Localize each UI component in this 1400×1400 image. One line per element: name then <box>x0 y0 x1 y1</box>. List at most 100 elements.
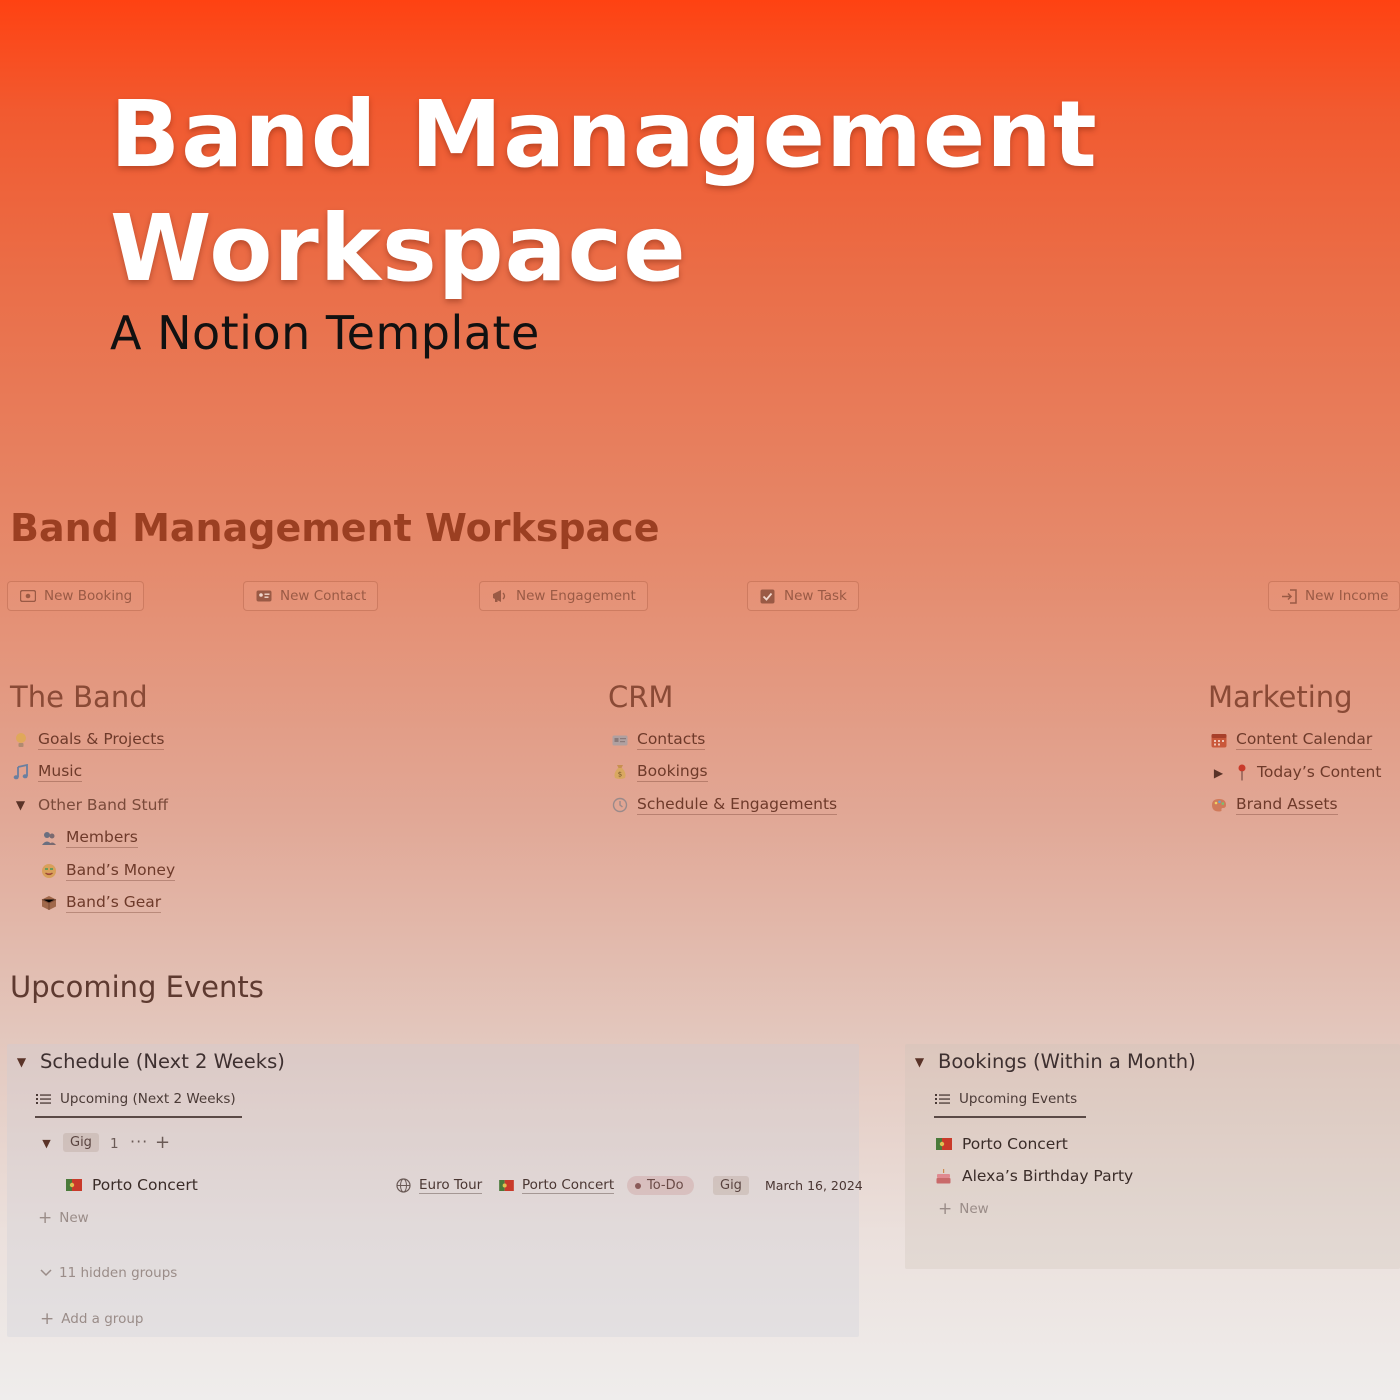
bands-gear-label: Band’s Gear <box>66 893 162 913</box>
tour-label: Euro Tour <box>419 1177 483 1194</box>
tour-relation[interactable]: Euro Tour <box>395 1177 483 1194</box>
svg-text:$: $ <box>617 771 621 779</box>
other-band-stuff-toggle[interactable]: ▼ Other Band Stuff <box>12 796 168 814</box>
clock-icon <box>611 797 628 814</box>
members-link[interactable]: Members <box>40 828 138 848</box>
money-face-icon <box>40 863 57 880</box>
list-icon <box>35 1090 52 1107</box>
tab-upcoming-next-2-weeks[interactable]: Upcoming (Next 2 Weeks) <box>35 1090 242 1118</box>
new-row-label: New <box>959 1201 989 1217</box>
id-card-icon <box>611 732 628 749</box>
group-chip-gig[interactable]: Gig <box>63 1133 99 1152</box>
caret-down-icon: ▼ <box>15 798 26 812</box>
schedule-engagements-label: Schedule & Engagements <box>637 795 838 815</box>
bookings-toggle[interactable]: ▼ Bookings (Within a Month) <box>911 1050 1196 1073</box>
hidden-groups-toggle[interactable]: 11 hidden groups <box>40 1265 177 1281</box>
group-count: 1 <box>110 1136 119 1152</box>
add-group-button[interactable]: + Add a group <box>40 1309 143 1329</box>
hidden-groups-label: 11 hidden groups <box>59 1265 178 1281</box>
birthday-cake-icon <box>935 1168 952 1185</box>
tab-upcoming-events[interactable]: Upcoming Events <box>934 1090 1086 1118</box>
content-calendar-label: Content Calendar <box>1236 730 1373 750</box>
megaphone-icon <box>491 588 508 605</box>
list-item[interactable]: Porto Concert <box>935 1135 1068 1153</box>
booking-label: Porto Concert <box>522 1177 615 1194</box>
caret-down-icon: ▼ <box>16 1054 27 1069</box>
upcoming-events-heading: Upcoming Events <box>10 970 264 1004</box>
page-title: Band Management Workspace <box>10 506 660 550</box>
table-row[interactable]: Porto Concert <box>65 1176 198 1194</box>
group-caret-down-icon[interactable]: ▼ <box>38 1137 55 1150</box>
flag-portugal-icon <box>498 1177 515 1194</box>
globe-icon <box>395 1177 412 1194</box>
bookings-panel: ▼ Bookings (Within a Month) Upcoming Eve… <box>905 1044 1400 1269</box>
new-row-button[interactable]: + New <box>38 1208 89 1228</box>
booking-relation[interactable]: Porto Concert <box>498 1177 615 1194</box>
other-band-stuff-label: Other Band Stuff <box>38 796 169 814</box>
music-note-icon <box>12 764 29 781</box>
flag-portugal-icon <box>935 1136 952 1153</box>
row-title: Porto Concert <box>92 1176 198 1194</box>
schedule-toggle[interactable]: ▼ Schedule (Next 2 Weeks) <box>13 1050 285 1073</box>
schedule-panel: ▼ Schedule (Next 2 Weeks) Upcoming (Next… <box>7 1044 863 1337</box>
tab-label: Upcoming Events <box>959 1090 1078 1107</box>
new-contact-label: New Contact <box>280 588 367 604</box>
contacts-label: Contacts <box>637 730 706 750</box>
bands-money-link[interactable]: Band’s Money <box>40 861 176 881</box>
new-booking-label: New Booking <box>44 588 133 604</box>
new-row-label: New <box>59 1210 89 1226</box>
type-badge[interactable]: Gig <box>713 1176 749 1195</box>
new-row-button[interactable]: + New <box>938 1199 989 1219</box>
new-booking-button[interactable]: New Booking <box>7 581 145 611</box>
plus-icon: + <box>938 1199 953 1219</box>
plus-icon[interactable]: + <box>155 1132 170 1153</box>
music-link[interactable]: Music <box>12 762 83 782</box>
money-bag-icon: $ <box>611 764 628 781</box>
new-contact-button[interactable]: New Contact <box>243 581 379 611</box>
content-calendar-link[interactable]: Content Calendar <box>1210 730 1373 750</box>
list-item-label: Porto Concert <box>962 1135 1068 1153</box>
status-badge[interactable]: To-Do <box>627 1176 694 1195</box>
list-item-label: Alexa’s Birthday Party <box>962 1167 1134 1185</box>
new-task-button[interactable]: New Task <box>747 581 859 611</box>
todays-content-toggle[interactable]: ▶ Today’s Content <box>1210 763 1382 782</box>
box-icon <box>40 895 57 912</box>
new-income-label: New Income <box>1305 588 1389 604</box>
new-income-button[interactable]: New Income <box>1268 581 1400 611</box>
new-engagement-button[interactable]: New Engagement <box>479 581 648 611</box>
music-label: Music <box>38 762 83 782</box>
more-icon[interactable]: ··· <box>130 1132 148 1151</box>
members-label: Members <box>66 828 138 848</box>
hero-title-line-2: Workspace <box>110 195 687 302</box>
lightbulb-icon <box>12 732 29 749</box>
bands-gear-link[interactable]: Band’s Gear <box>40 893 162 913</box>
brand-assets-label: Brand Assets <box>1236 795 1338 815</box>
list-item[interactable]: Alexa’s Birthday Party <box>935 1167 1133 1185</box>
plus-icon: + <box>38 1208 53 1228</box>
marketing-heading: Marketing <box>1208 680 1353 714</box>
caret-down-icon: ▼ <box>914 1054 925 1069</box>
goals-projects-link[interactable]: Goals & Projects <box>12 730 165 750</box>
schedule-title: Schedule (Next 2 Weeks) <box>40 1050 285 1073</box>
hero-title: Band Management Workspace <box>110 78 1098 306</box>
bookings-link[interactable]: $ Bookings <box>611 762 708 782</box>
calendar-icon <box>1210 732 1227 749</box>
schedule-engagements-link[interactable]: Schedule & Engagements <box>611 795 838 815</box>
id-card-icon <box>255 588 272 605</box>
brand-assets-link[interactable]: Brand Assets <box>1210 795 1338 815</box>
palette-icon <box>1210 797 1227 814</box>
contacts-link[interactable]: Contacts <box>611 730 706 750</box>
tab-label: Upcoming (Next 2 Weeks) <box>60 1090 236 1107</box>
checkbox-icon <box>759 588 776 605</box>
bands-money-label: Band’s Money <box>66 861 176 881</box>
status-dot <box>635 1182 641 1189</box>
people-icon <box>40 830 57 847</box>
status-label: To-Do <box>647 1178 684 1193</box>
todays-content-label: Today’s Content <box>1257 763 1382 781</box>
money-icon <box>19 588 36 605</box>
pin-icon <box>1236 764 1248 781</box>
plus-icon: + <box>40 1309 55 1329</box>
bookings-title: Bookings (Within a Month) <box>938 1050 1196 1073</box>
row-date: March 16, 2024 <box>765 1178 863 1193</box>
list-icon <box>934 1090 951 1107</box>
